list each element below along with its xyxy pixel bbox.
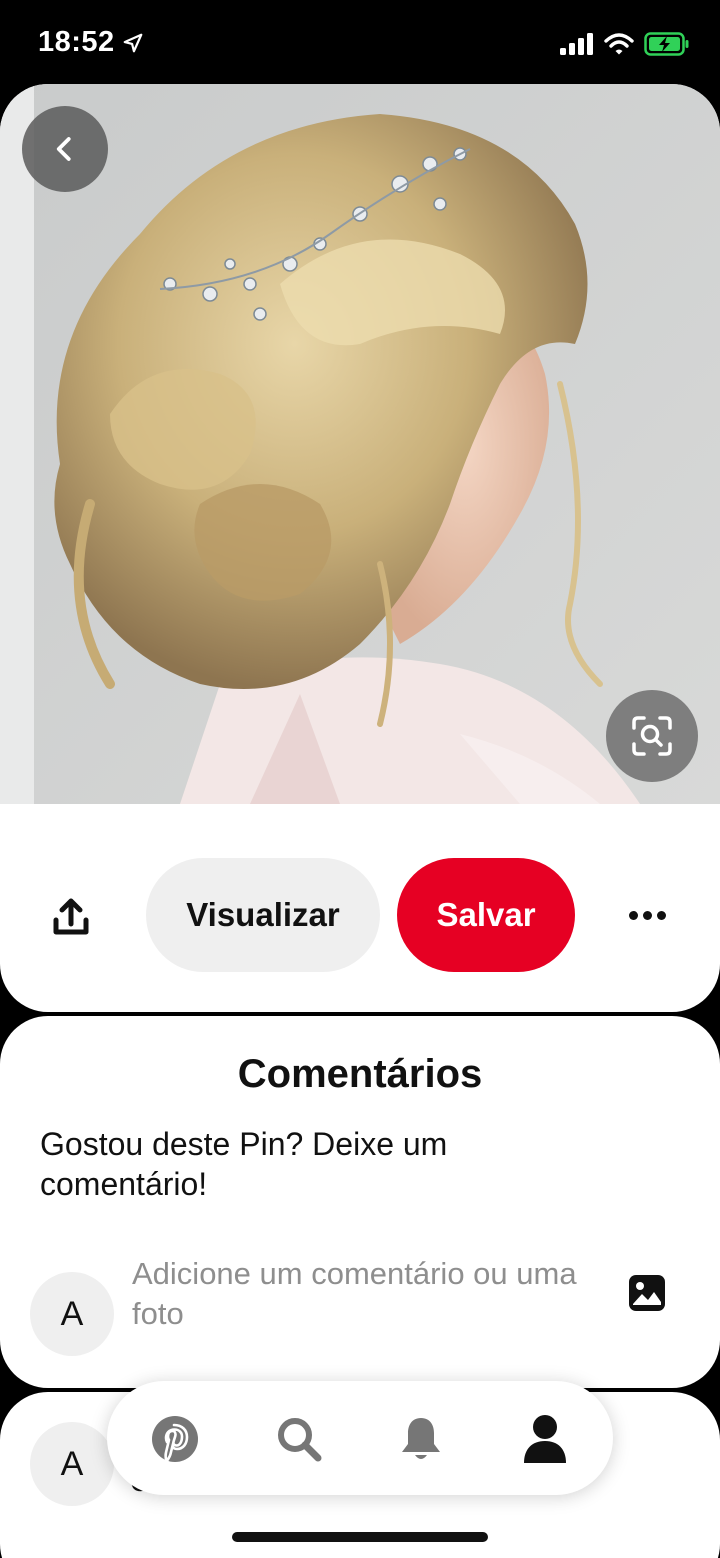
- pin-action-row: Visualizar Salvar: [0, 858, 720, 974]
- avatar[interactable]: A: [30, 1272, 114, 1356]
- comments-card: Comentários Gostou deste Pin? Deixe um c…: [0, 1016, 720, 1388]
- status-icons: [560, 32, 690, 56]
- ellipsis-dot: [656, 910, 666, 920]
- pinterest-home-icon: [152, 1416, 198, 1462]
- search-icon: [278, 1418, 322, 1462]
- status-time: 18:52: [38, 26, 115, 58]
- visit-button[interactable]: Visualizar: [146, 858, 380, 972]
- battery-charging-icon: [644, 32, 689, 56]
- visual-search-icon: [632, 716, 672, 756]
- comment-input[interactable]: Adicione um comentário ou uma foto: [132, 1254, 592, 1334]
- save-button[interactable]: Salvar: [397, 858, 575, 972]
- nav-notifications[interactable]: [393, 1411, 449, 1467]
- hairstyle-photo: [0, 84, 720, 804]
- status-bar: 18:52: [0, 0, 720, 88]
- location-arrow-icon: [123, 33, 143, 53]
- chevron-left-icon: [56, 137, 71, 161]
- comments-title: Comentários: [237, 1052, 483, 1096]
- signal-icon: [560, 33, 593, 55]
- comments-prompt: Gostou deste Pin? Deixe um comentário!: [40, 1126, 448, 1202]
- nav-home[interactable]: [147, 1411, 203, 1467]
- profile-icon: [524, 1415, 566, 1463]
- pin-image[interactable]: [0, 84, 720, 804]
- share-button[interactable]: [48, 894, 94, 940]
- add-photo-button[interactable]: [628, 1274, 666, 1312]
- bottom-nav: [107, 1381, 613, 1495]
- back-button[interactable]: [22, 106, 108, 192]
- nav-search[interactable]: [271, 1411, 327, 1467]
- ellipsis-dot: [642, 910, 652, 920]
- notifications-bell-icon: [402, 1418, 440, 1459]
- more-options-button[interactable]: [622, 898, 672, 932]
- pin-card: Visualizar Salvar: [0, 84, 720, 1012]
- ellipsis-icon: [628, 910, 638, 920]
- visual-search-button[interactable]: [606, 690, 698, 782]
- wifi-icon: [604, 33, 634, 55]
- share-icon: [53, 898, 89, 935]
- avatar[interactable]: A: [30, 1422, 114, 1506]
- home-indicator: [232, 1532, 488, 1542]
- photo-icon: [629, 1275, 665, 1311]
- nav-profile[interactable]: [517, 1411, 573, 1467]
